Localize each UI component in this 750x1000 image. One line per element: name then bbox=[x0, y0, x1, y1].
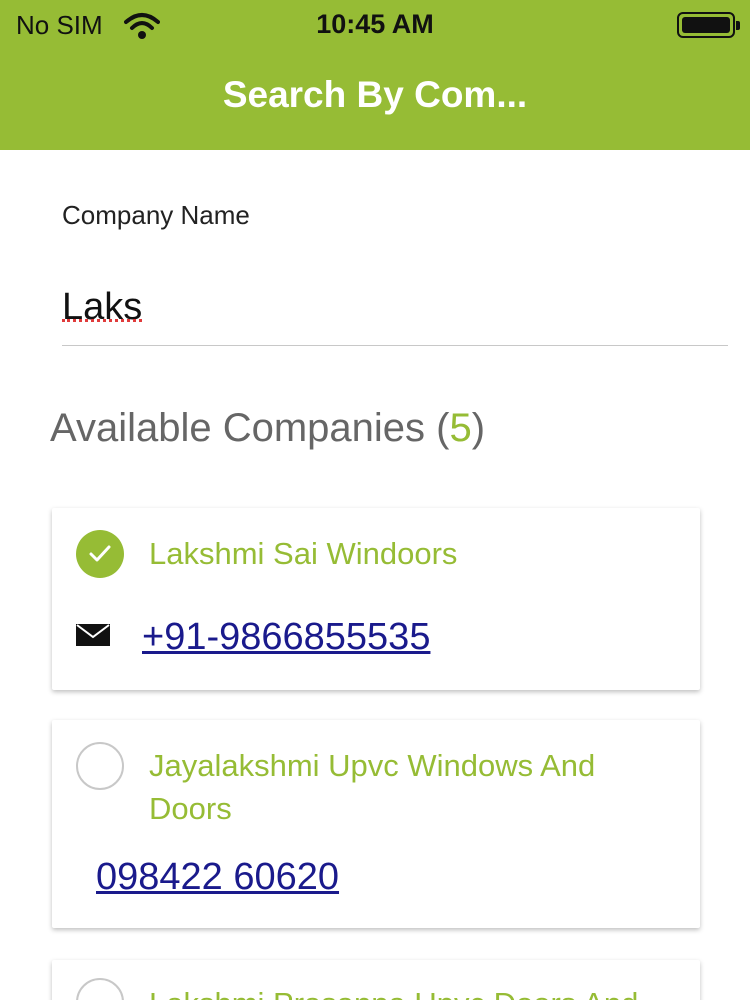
page-title: Search By Com... bbox=[222, 74, 528, 115]
count-open-paren: ( bbox=[436, 406, 450, 450]
available-companies-label: Available Companies bbox=[50, 406, 426, 450]
phone-link[interactable]: 098422 60620 bbox=[96, 856, 339, 899]
radio-unselected[interactable] bbox=[76, 742, 124, 790]
check-icon bbox=[89, 545, 111, 562]
count-close-paren: ) bbox=[471, 406, 486, 450]
company-name-label: Company Name bbox=[62, 200, 250, 230]
company-name-input[interactable] bbox=[62, 270, 728, 346]
status-time: 10:45 AM bbox=[316, 9, 434, 39]
available-companies-heading: Available Companies (5) bbox=[50, 406, 485, 451]
company-card[interactable]: Jayalakshmi Upvc Windows And Doors 09842… bbox=[52, 720, 700, 928]
radio-unselected[interactable] bbox=[76, 978, 124, 1000]
spellcheck-underline bbox=[62, 318, 142, 322]
battery-icon bbox=[677, 12, 740, 38]
company-count: 5 bbox=[449, 406, 472, 450]
company-card[interactable]: Lakshmi Prasanna Upvc Doors And bbox=[52, 960, 700, 1000]
phone-link[interactable]: +91-9866855535 bbox=[142, 616, 430, 659]
company-card[interactable]: Lakshmi Sai Windoors +91-9866855535 bbox=[52, 508, 700, 690]
company-name: Lakshmi Prasanna Upvc Doors And bbox=[149, 982, 660, 1000]
company-name: Lakshmi Sai Windoors bbox=[149, 536, 458, 571]
radio-selected[interactable] bbox=[76, 530, 124, 578]
mail-icon bbox=[76, 624, 110, 646]
app-header: No SIM 10:45 AM Search By Com... bbox=[0, 0, 750, 150]
status-bar: No SIM 10:45 AM bbox=[0, 0, 750, 50]
company-name: Jayalakshmi Upvc Windows And Doors bbox=[149, 748, 596, 826]
